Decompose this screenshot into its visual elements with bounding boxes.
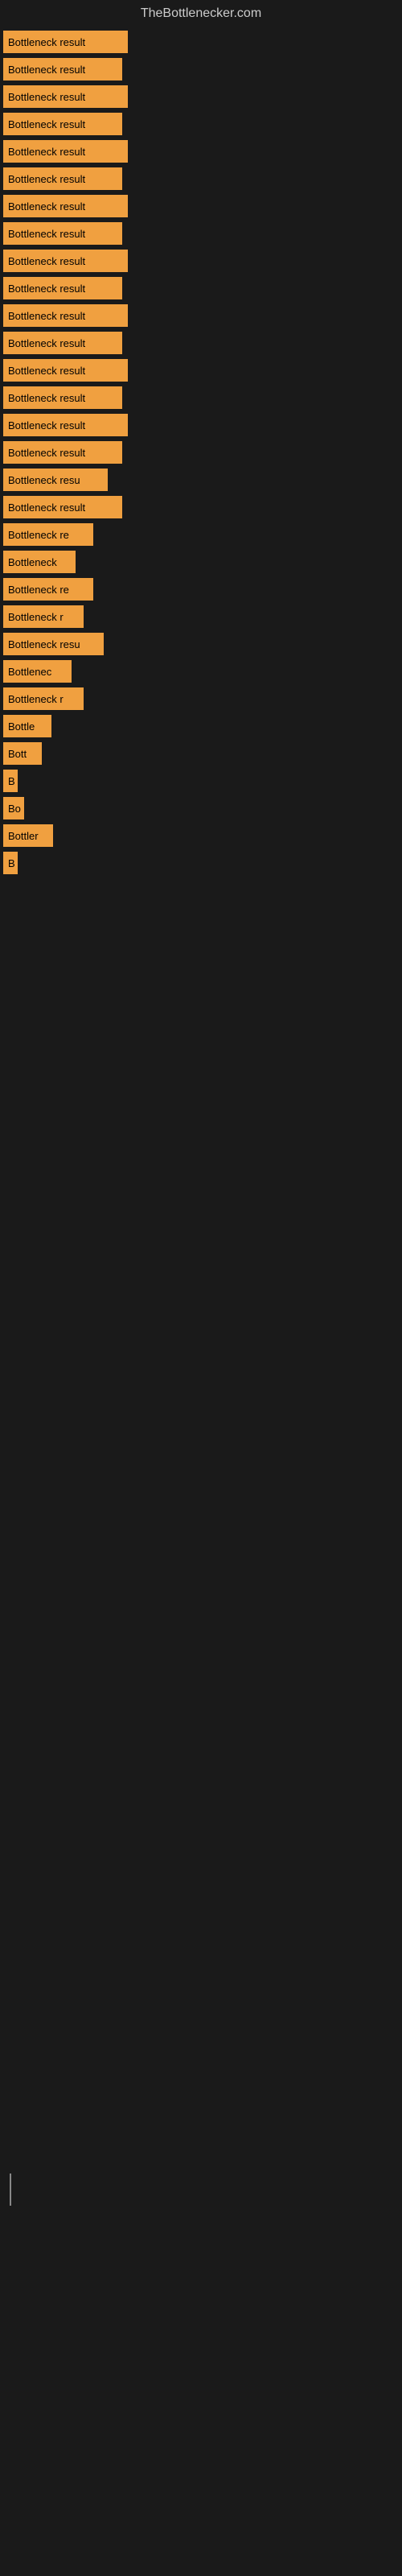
bar-row: Bottleneck result [3,359,402,382]
bottleneck-bar-2[interactable]: Bottleneck result [3,85,128,108]
bottleneck-bar-19[interactable]: Bottleneck [3,551,76,573]
bars-container: Bottleneck result Bottleneck result Bottle… [0,24,402,874]
bar-row: Bottleneck re [3,578,402,601]
bar-row: Bottleneck r [3,687,402,710]
bar-row: Bottleneck result [3,113,402,135]
bottleneck-bar-22[interactable]: Bottleneck resu [3,633,104,655]
bar-row: Bottleneck result [3,58,402,80]
bottleneck-bar-0[interactable]: Bottleneck result [3,31,128,53]
bottleneck-bar-10[interactable]: Bottleneck result [3,304,128,327]
bar-row: Bottleneck result [3,167,402,190]
bottleneck-bar-28[interactable]: Bo [3,797,24,819]
bottleneck-bar-29[interactable]: Bottler [3,824,53,847]
bottleneck-bar-16[interactable]: Bottleneck resu [3,469,108,491]
bar-row: Bottleneck resu [3,469,402,491]
bar-row: Bo [3,797,402,819]
bottleneck-bar-9[interactable]: Bottleneck result [3,277,122,299]
cursor-line [10,2174,11,2206]
bottleneck-bar-11[interactable]: Bottleneck result [3,332,122,354]
bottleneck-bar-3[interactable]: Bottleneck result [3,113,122,135]
bar-row: Bottleneck result [3,332,402,354]
bottleneck-bar-20[interactable]: Bottleneck re [3,578,93,601]
bottleneck-bar-12[interactable]: Bottleneck result [3,359,128,382]
bar-row: Bottleneck result [3,277,402,299]
bar-row: Bottleneck result [3,414,402,436]
bottleneck-bar-13[interactable]: Bottleneck result [3,386,122,409]
bar-row: Bottleneck result [3,386,402,409]
bar-row: Bottleneck result [3,31,402,53]
bottleneck-bar-27[interactable]: B [3,770,18,792]
bar-row: Bottleneck result [3,250,402,272]
bottleneck-bar-30[interactable]: B [3,852,18,874]
bar-row: Bottleneck [3,551,402,573]
bar-row: B [3,852,402,874]
bottleneck-bar-18[interactable]: Bottleneck re [3,523,93,546]
bottleneck-bar-21[interactable]: Bottleneck r [3,605,84,628]
bar-row: Bottle [3,715,402,737]
bottleneck-bar-14[interactable]: Bottleneck result [3,414,128,436]
bottleneck-bar-25[interactable]: Bottle [3,715,51,737]
bottleneck-bar-15[interactable]: Bottleneck result [3,441,122,464]
bar-row: Bottlenec [3,660,402,683]
bar-row: Bottleneck result [3,222,402,245]
bar-row: Bottleneck result [3,140,402,163]
bar-row: Bott [3,742,402,765]
site-title: TheBottlenecker.com [0,0,402,24]
bottleneck-bar-8[interactable]: Bottleneck result [3,250,128,272]
bottleneck-bar-26[interactable]: Bott [3,742,42,765]
bar-row: Bottleneck resu [3,633,402,655]
bar-row: Bottler [3,824,402,847]
bar-row: Bottleneck result [3,304,402,327]
bottleneck-bar-7[interactable]: Bottleneck result [3,222,122,245]
bottleneck-bar-6[interactable]: Bottleneck result [3,195,128,217]
bar-row: Bottleneck result [3,85,402,108]
bottleneck-bar-5[interactable]: Bottleneck result [3,167,122,190]
bottleneck-bar-1[interactable]: Bottleneck result [3,58,122,80]
bar-row: B [3,770,402,792]
bar-row: Bottleneck result [3,195,402,217]
bottleneck-bar-23[interactable]: Bottlenec [3,660,72,683]
bar-row: Bottleneck re [3,523,402,546]
bottleneck-bar-4[interactable]: Bottleneck result [3,140,128,163]
bar-row: Bottleneck result [3,496,402,518]
bottleneck-bar-24[interactable]: Bottleneck r [3,687,84,710]
bar-row: Bottleneck r [3,605,402,628]
bar-row: Bottleneck result [3,441,402,464]
bottleneck-bar-17[interactable]: Bottleneck result [3,496,122,518]
